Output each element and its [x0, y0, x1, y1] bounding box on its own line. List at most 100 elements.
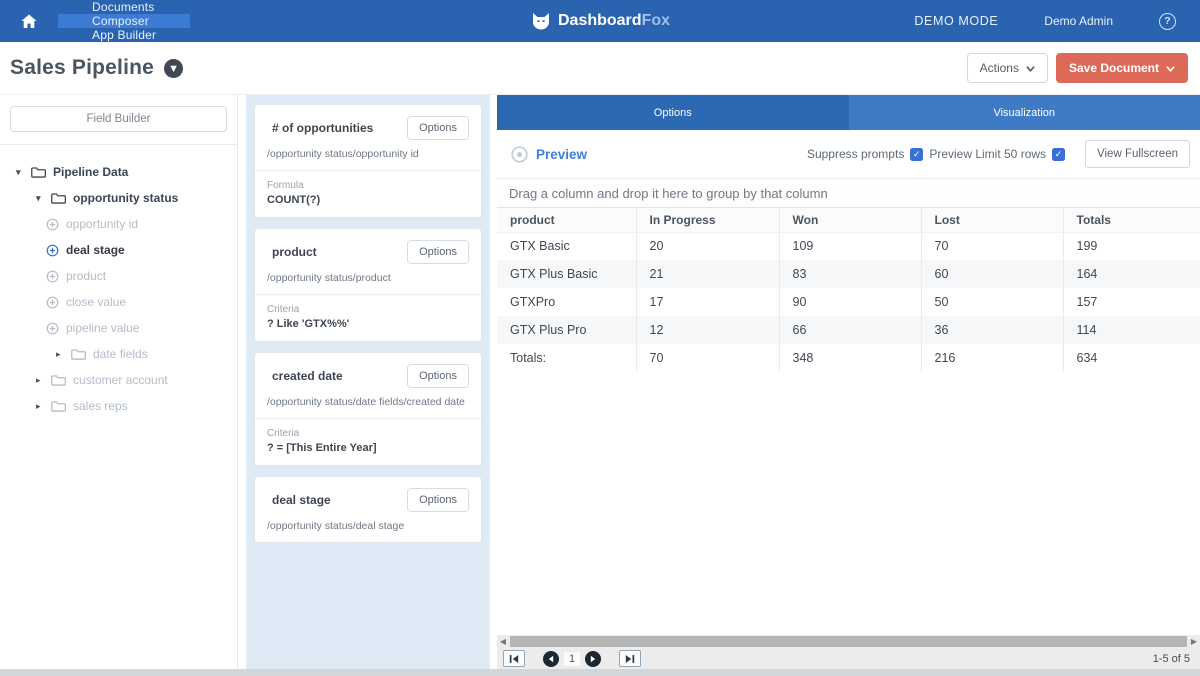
tree-item-close-value[interactable]: close value: [0, 289, 237, 315]
title-dropdown-icon[interactable]: ▼: [164, 59, 183, 78]
options-button[interactable]: Options: [407, 364, 469, 388]
current-page-number: 1: [564, 652, 580, 666]
tree-item-label: date fields: [93, 347, 148, 361]
eye-icon: [511, 146, 528, 163]
options-button[interactable]: Options: [407, 240, 469, 264]
table-cell: 157: [1063, 288, 1200, 316]
field-card-path: /opportunity status/opportunity id: [267, 148, 469, 160]
nav-item-documents[interactable]: Documents: [58, 0, 190, 14]
tree-item-label: deal stage: [66, 243, 125, 257]
caret-down-icon[interactable]: ▾: [16, 167, 24, 178]
field-card-of-opportunities[interactable]: # of opportunitiesOptions/opportunity st…: [254, 104, 482, 218]
preview-tabs: OptionsVisualization: [497, 95, 1200, 130]
table-cell: 17: [636, 288, 779, 316]
tree-item-label: opportunity status: [73, 191, 178, 205]
caret-down-icon[interactable]: ▾: [36, 193, 44, 204]
tree-item-date-fields[interactable]: ▸ date fields: [0, 341, 237, 367]
plus-circle-icon[interactable]: [46, 322, 59, 335]
field-card-product[interactable]: productOptions/opportunity status/produc…: [254, 228, 482, 342]
save-document-label: Save Document: [1069, 61, 1159, 75]
preview-empty-area: [497, 372, 1200, 635]
page-header: Sales Pipeline ▼ Actions Save Document: [0, 42, 1200, 95]
scroll-left-icon[interactable]: ◀: [497, 635, 509, 648]
tree-item-label: customer account: [73, 373, 168, 387]
caret-right-icon[interactable]: ▸: [36, 401, 44, 412]
previous-page-button[interactable]: [543, 651, 559, 667]
scroll-right-icon[interactable]: ▶: [1188, 635, 1200, 648]
next-page-button[interactable]: [585, 651, 601, 667]
table-cell: 21: [636, 260, 779, 288]
field-builder-button[interactable]: Field Builder: [10, 106, 227, 132]
horizontal-scrollbar[interactable]: ◀ ▶: [497, 635, 1200, 648]
user-menu[interactable]: Demo Admin: [1044, 14, 1113, 28]
actions-button[interactable]: Actions: [967, 53, 1048, 83]
pagination-range-label: 1-5 of 5: [1153, 653, 1190, 665]
table-header-won[interactable]: Won: [779, 208, 921, 232]
tab-visualization[interactable]: Visualization: [849, 95, 1200, 130]
table-cell: GTX Basic: [497, 232, 636, 260]
caret-right-icon[interactable]: ▸: [36, 375, 44, 386]
caret-right-icon[interactable]: ▸: [56, 349, 64, 360]
section-value: COUNT(?): [267, 194, 469, 206]
field-card-title: product: [267, 245, 317, 259]
table-header-in-progress[interactable]: In Progress: [636, 208, 779, 232]
table-header-lost[interactable]: Lost: [921, 208, 1063, 232]
help-icon[interactable]: ?: [1159, 13, 1176, 30]
preview-limit-label: Preview Limit 50 rows: [929, 147, 1046, 161]
field-card-created-date[interactable]: created date Options/opportunity status/d…: [254, 352, 482, 466]
field-card-formula-section: FormulaCOUNT(?): [255, 170, 481, 217]
nav-item-composer[interactable]: Composer: [58, 14, 190, 28]
folder-icon: [51, 192, 66, 204]
table-cell: GTX Plus Basic: [497, 260, 636, 288]
tree-item-pipeline-value[interactable]: pipeline value: [0, 315, 237, 341]
group-by-dropzone[interactable]: Drag a column and drop it here to group …: [497, 178, 1200, 208]
table-header-totals[interactable]: Totals: [1063, 208, 1200, 232]
table-cell: 634: [1063, 344, 1200, 372]
nav-item-app-builder[interactable]: App Builder: [58, 28, 190, 42]
pagination-bar: 1 1-5 of 5: [497, 648, 1200, 669]
field-card-path: /opportunity status/date fields/created …: [267, 396, 469, 408]
tree-item-deal-stage[interactable]: deal stage: [0, 237, 237, 263]
checkbox-checked-icon: ✓: [910, 148, 923, 161]
preview-button[interactable]: Preview: [511, 146, 587, 163]
folder-icon: [51, 374, 66, 386]
preview-toolbar: Preview Suppress prompts ✓ Preview Limit…: [497, 130, 1200, 178]
plus-circle-icon[interactable]: [46, 218, 59, 231]
plus-circle-icon[interactable]: [46, 270, 59, 283]
scrollbar-thumb[interactable]: [510, 636, 1187, 647]
table-row-gtx-plus-basic: GTX Plus Basic218360164: [497, 260, 1200, 288]
tree-item-opportunity-status[interactable]: ▾ opportunity status: [0, 185, 237, 211]
table-cell: 216: [921, 344, 1063, 372]
suppress-prompts-label: Suppress prompts: [807, 147, 904, 161]
suppress-prompts-checkbox[interactable]: Suppress prompts ✓: [807, 147, 923, 161]
save-document-button[interactable]: Save Document: [1056, 53, 1188, 83]
table-cell: 114: [1063, 316, 1200, 344]
results-table: productIn ProgressWonLostTotals GTX Basi…: [497, 208, 1200, 372]
tree-item-opportunity-id[interactable]: opportunity id: [0, 211, 237, 237]
tree-item-label: sales reps: [73, 399, 128, 413]
tree-item-label: Pipeline Data: [53, 165, 128, 179]
options-button[interactable]: Options: [407, 488, 469, 512]
tab-options[interactable]: Options: [497, 95, 849, 130]
table-cell: 66: [779, 316, 921, 344]
tree-item-customer-account[interactable]: ▸ customer account: [0, 367, 237, 393]
field-card-title: created date: [267, 369, 343, 383]
plus-circle-icon[interactable]: [46, 244, 59, 257]
tree-item-product[interactable]: product: [0, 263, 237, 289]
view-fullscreen-button[interactable]: View Fullscreen: [1085, 140, 1190, 168]
options-button[interactable]: Options: [407, 116, 469, 140]
last-page-button[interactable]: [619, 650, 641, 667]
field-card-deal-stage[interactable]: deal stageOptions/opportunity status/dea…: [254, 476, 482, 543]
plus-circle-icon[interactable]: [46, 296, 59, 309]
table-header-product[interactable]: product: [497, 208, 636, 232]
section-value: ? = [This Entire Year]: [267, 442, 469, 454]
tree-item-pipeline-data[interactable]: ▾ Pipeline Data: [0, 159, 237, 185]
table-cell: GTXPro: [497, 288, 636, 316]
demo-mode-label: DEMO MODE: [914, 14, 998, 28]
tree-item-sales-reps[interactable]: ▸ sales reps: [0, 393, 237, 419]
section-label: Criteria: [267, 304, 469, 315]
table-cell: 164: [1063, 260, 1200, 288]
preview-limit-checkbox[interactable]: Preview Limit 50 rows ✓: [929, 147, 1065, 161]
home-button[interactable]: [0, 0, 58, 42]
first-page-button[interactable]: [503, 650, 525, 667]
